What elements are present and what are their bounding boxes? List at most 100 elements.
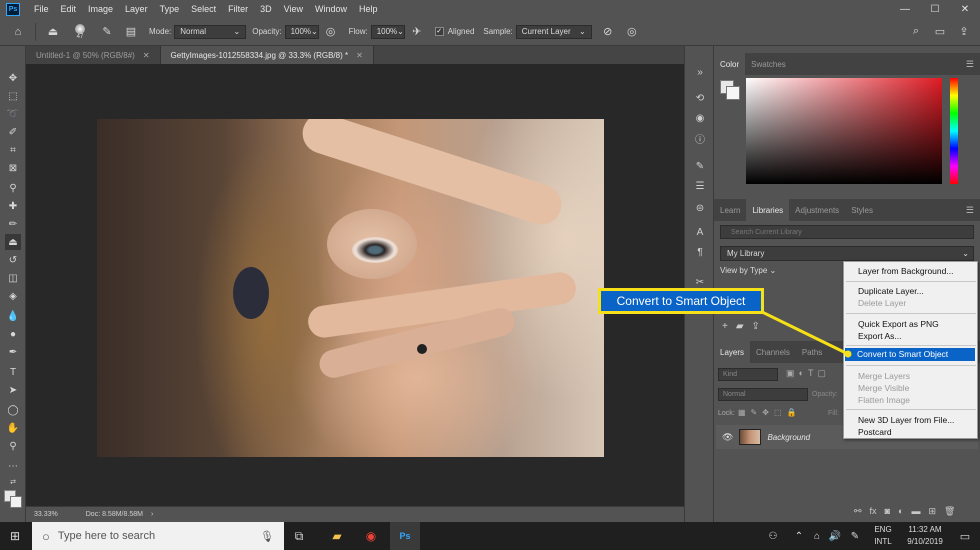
fx-icon[interactable]: fx [870,506,877,517]
dodge-tool-icon[interactable]: ● [5,326,21,342]
tab-layers[interactable]: Layers [714,341,751,363]
tab-libraries[interactable]: Libraries [746,199,790,221]
clock[interactable]: 11:32 AM 9/10/2019 [900,524,950,548]
clone-source-panel-icon[interactable]: ⊜ [692,200,708,216]
menu-item-flatten-image[interactable]: Flatten Image [858,395,910,405]
brush-settings-icon[interactable]: ✎ [99,24,115,40]
language-indicator[interactable]: ENG INTL [870,524,896,548]
library-select[interactable]: My Library ⌄ [720,246,974,261]
menu-item-layer-from-background[interactable]: Layer from Background... [858,266,953,276]
marquee-tool-icon[interactable]: ⬚ [5,88,21,104]
hand-tool-icon[interactable]: ✋ [5,420,21,436]
menu-item-postcard[interactable]: Postcard [858,427,892,437]
menu-filter[interactable]: Filter [222,4,254,14]
status-menu-arrow[interactable]: › [151,511,153,518]
path-select-tool-icon[interactable]: ➤ [5,382,21,398]
chrome-icon[interactable]: ◉ [356,522,386,550]
background-color-swatch[interactable] [10,496,22,508]
type-tool-icon[interactable]: T [5,364,21,380]
color-picker-field[interactable] [746,78,942,184]
tab-untitled[interactable]: Untitled-1 @ 50% (RGB/8#) ✕ [26,46,161,64]
maximize-button[interactable]: ☐ [920,0,950,18]
paint-bucket-tool-icon[interactable]: ◈ [5,288,21,304]
hue-slider[interactable] [950,78,958,184]
menu-item-merge-visible[interactable]: Merge Visible [858,383,909,393]
visibility-eye-icon[interactable]: 👁 [722,432,733,443]
menu-layer[interactable]: Layer [119,4,154,14]
menu-help[interactable]: Help [353,4,384,14]
move-tool-icon[interactable]: ✥ [5,70,21,86]
share-icon[interactable]: ⇪ [956,24,972,40]
blur-tool-icon[interactable]: 💧 [5,308,21,324]
more-tools-icon[interactable]: ⋯ [5,458,21,474]
workspace-icon[interactable]: ▭ [932,24,948,40]
swap-colors-icon[interactable]: ⇄ [5,474,21,490]
layer-filter-icons[interactable]: ▣◐T▢ [786,368,830,379]
color-panel-bg-swatch[interactable] [726,86,740,100]
menu-item-export-as[interactable]: Export As... [858,331,901,341]
pressure-size-icon[interactable]: ◎ [624,24,640,40]
menu-item-merge-layers[interactable]: Merge Layers [858,371,910,381]
home-icon[interactable]: ⌂ [10,24,26,40]
task-view-icon[interactable]: ⧉ [284,522,314,550]
clone-stamp-preset-icon[interactable]: ⏏ [45,24,61,40]
pressure-opacity-icon[interactable]: ◎ [323,24,339,40]
photoshop-taskbar-icon[interactable]: Ps [390,522,420,550]
folder-icon[interactable]: ▰ [736,321,744,335]
document-image[interactable] [97,119,604,457]
brush-settings-panel-icon[interactable]: ☰ [692,178,708,194]
mode-select[interactable]: Normal ⌄ [174,24,247,39]
quick-select-tool-icon[interactable]: ✐ [5,124,21,140]
eyedropper-tool-icon[interactable]: ⚲ [5,180,21,196]
new-layer-icon[interactable]: ⊞ [928,506,936,517]
clone-source-icon[interactable]: ▤ [123,24,139,40]
crop-tool-icon[interactable]: ⌗ [5,142,21,158]
upload-icon[interactable]: ⇪ [752,321,760,335]
action-center-icon[interactable]: ▭ [950,522,980,550]
info-icon[interactable]: ⓘ [692,130,708,146]
menu-item-quick-export-png[interactable]: Quick Export as PNG [858,319,939,329]
lasso-tool-icon[interactable]: ➰ [5,106,21,122]
trash-icon[interactable]: 🗑 [944,506,955,517]
tab-color[interactable]: Color [714,53,746,75]
add-icon[interactable]: + [722,321,728,335]
paragraph-icon[interactable]: ¶ [692,244,708,260]
group-icon[interactable]: ▬ [911,506,920,517]
close-window-button[interactable]: ✕ [950,0,980,18]
view-by-type[interactable]: View by Type ⌄ [720,266,776,275]
menu-item-delete-layer[interactable]: Delete Layer [858,298,906,308]
minimize-button[interactable]: — [890,0,920,18]
history-brush-tool-icon[interactable]: ↺ [5,252,21,268]
menu-item-duplicate-layer[interactable]: Duplicate Layer... [858,286,924,296]
brushes-icon[interactable]: ✎ [692,158,708,174]
taskbar-search-box[interactable]: ○ Type here to search 🎙 [32,522,284,550]
windows-start-icon[interactable]: ⊞ [0,522,30,550]
shape-tool-icon[interactable]: ◯ [5,402,21,418]
tab-gettyimages[interactable]: GettyImages-1012558334.jpg @ 33.3% (RGB/… [160,46,374,64]
brush-size-picker[interactable]: 47 [69,23,91,40]
menu-select[interactable]: Select [185,4,222,14]
menu-3d[interactable]: 3D [254,4,278,14]
healing-brush-tool-icon[interactable]: ✚ [5,198,21,214]
adjustment-icon[interactable]: ◐ [898,506,903,517]
ignore-adjustment-icon[interactable]: ⊘ [600,24,616,40]
zoom-tool-icon[interactable]: ⚲ [5,438,21,454]
lock-icons[interactable]: ▦✎✥⬚🔒 [738,408,801,417]
panel-menu-icon[interactable]: ☰ [966,59,974,70]
panel-menu-icon[interactable]: ☰ [966,205,974,216]
file-explorer-icon[interactable]: ▰ [322,522,352,550]
menu-window[interactable]: Window [309,4,353,14]
tab-swatches[interactable]: Swatches [745,53,792,75]
tab-adjustments[interactable]: Adjustments [789,199,845,221]
history-icon[interactable]: ⟲ [692,90,708,106]
menu-item-convert-to-smart-object[interactable]: Convert to Smart Object [845,348,975,361]
aligned-checkbox[interactable]: ✓ [434,27,444,36]
blend-mode-select[interactable]: Normal [718,388,808,401]
search-icon[interactable]: ⌕ [908,24,924,40]
layer-kind-filter[interactable]: Kind [718,368,778,381]
clone-stamp-tool-icon[interactable]: ⏏ [5,234,21,250]
menu-view[interactable]: View [278,4,309,14]
pen-tool-icon[interactable]: ✒ [5,344,21,360]
tab-styles[interactable]: Styles [845,199,879,221]
library-search-input[interactable]: Search Current Library [720,225,974,239]
